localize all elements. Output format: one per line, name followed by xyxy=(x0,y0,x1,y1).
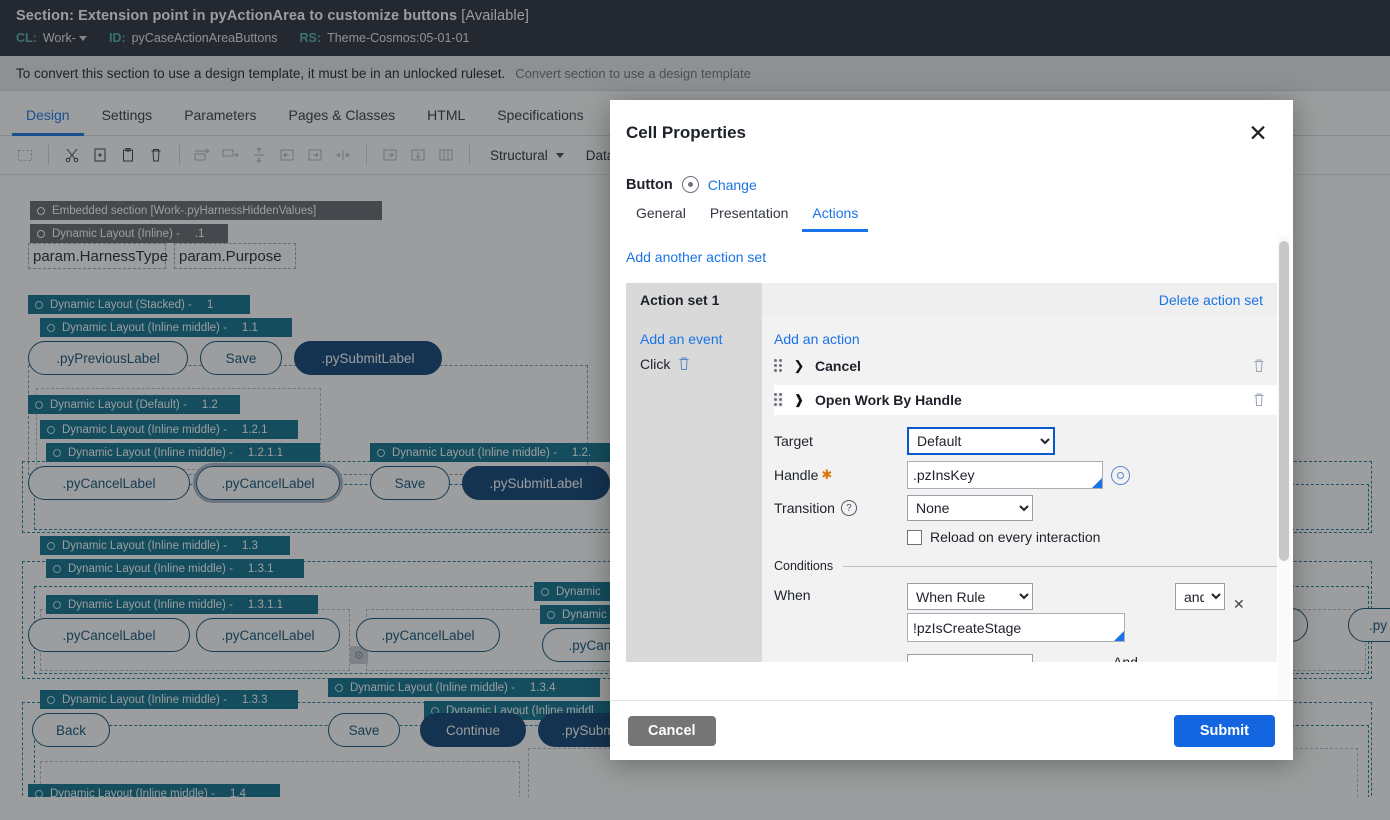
delete-action-icon[interactable] xyxy=(1252,392,1267,408)
when-label: When xyxy=(774,587,811,603)
tab-actions[interactable]: Actions xyxy=(802,201,869,232)
property-picker-icon[interactable] xyxy=(1111,465,1130,485)
transition-label: Transition ? xyxy=(774,500,907,516)
drag-handle-icon[interactable] xyxy=(774,393,783,407)
transition-select[interactable]: None xyxy=(907,495,1033,521)
add-an-event-link[interactable]: Add an event xyxy=(640,331,762,347)
transition-row: Transition ? None xyxy=(774,495,1277,521)
required-marker: ✱ xyxy=(821,467,833,482)
submit-button[interactable]: Submit xyxy=(1173,714,1275,747)
resize-handle-icon[interactable] xyxy=(1092,478,1102,488)
reload-row: Reload on every interaction xyxy=(907,529,1277,545)
add-another-action-set-link[interactable]: Add another action set xyxy=(626,249,766,265)
condition-type-select-1[interactable]: When Rule xyxy=(907,583,1033,610)
resize-handle-icon[interactable] xyxy=(1114,631,1124,641)
action-set-body: Add an event Click Add an action ❯ Cance… xyxy=(626,317,1277,662)
action-set-title: Action set 1 xyxy=(626,283,762,317)
close-icon[interactable]: ✕ xyxy=(1245,120,1271,146)
actions-column: Add an action ❯ Cancel ❱ Open Work By Ha… xyxy=(762,317,1277,662)
action-row-open-work-by-handle[interactable]: ❱ Open Work By Handle xyxy=(774,385,1277,415)
action-parameters: Target Default Handle ✱ .pzInsKey Transi… xyxy=(774,415,1277,662)
modal-subtabs: General Presentation Actions xyxy=(626,201,1277,232)
modal-header: Cell Properties ✕ xyxy=(610,100,1293,166)
action-name: Cancel xyxy=(815,358,861,374)
handle-row: Handle ✱ .pzInsKey xyxy=(774,461,1277,489)
chevron-right-icon[interactable]: ❯ xyxy=(792,358,806,374)
handle-input[interactable]: .pzInsKey xyxy=(907,461,1103,489)
target-label: Target xyxy=(774,433,813,449)
condition-value-input-1[interactable]: !pzIsCreateStage xyxy=(907,613,1125,642)
reload-label: Reload on every interaction xyxy=(930,529,1101,545)
condition-value-1: !pzIsCreateStage xyxy=(913,619,1022,636)
modal-body: Button Change General Presentation Actio… xyxy=(610,166,1293,700)
when-conditions: When When Rule !pzIsCreateStage and ✕ Wh… xyxy=(774,583,1277,662)
reload-checkbox[interactable] xyxy=(907,529,922,545)
action-row-cancel[interactable]: ❯ Cancel xyxy=(774,351,1277,381)
divider xyxy=(843,565,1277,567)
action-set-1: Action set 1 Delete action set Add an ev… xyxy=(626,283,1277,662)
modal-footer: Cancel Submit xyxy=(610,700,1293,760)
condition-operator-select-1[interactable]: and xyxy=(1175,583,1225,610)
add-an-action-link[interactable]: Add an action xyxy=(774,331,1277,347)
conditions-label: Conditions xyxy=(774,559,834,573)
cell-kind-label: Button xyxy=(626,176,673,193)
handle-value: .pzInsKey xyxy=(913,467,975,483)
condition-type-select-2[interactable]: When Rule xyxy=(907,654,1033,662)
event-row-click: Click xyxy=(640,356,762,372)
tab-presentation[interactable]: Presentation xyxy=(700,201,799,232)
target-row: Target Default xyxy=(774,427,1277,455)
conditions-header: Conditions xyxy=(774,559,1277,573)
condition-operator-label-2: And xyxy=(1113,654,1138,662)
action-name: Open Work By Handle xyxy=(815,392,962,408)
modal-title: Cell Properties xyxy=(626,123,746,142)
events-column: Add an event Click xyxy=(626,317,762,662)
help-icon[interactable]: ? xyxy=(840,500,857,516)
delete-action-icon[interactable] xyxy=(1252,358,1267,374)
delete-event-icon[interactable] xyxy=(677,356,692,372)
cell-kind-row: Button Change xyxy=(626,176,1277,193)
tab-general[interactable]: General xyxy=(626,201,696,232)
action-set-header: Action set 1 Delete action set xyxy=(626,283,1277,317)
chevron-down-icon[interactable]: ❱ xyxy=(792,392,806,408)
modal-scrollbar-thumb[interactable] xyxy=(1279,241,1289,561)
delete-action-set-link[interactable]: Delete action set xyxy=(1159,292,1263,308)
handle-label: Handle ✱ xyxy=(774,467,833,483)
event-name: Click xyxy=(640,356,671,372)
target-select[interactable]: Default xyxy=(907,427,1055,455)
cancel-button[interactable]: Cancel xyxy=(628,715,716,746)
remove-condition-icon[interactable]: ✕ xyxy=(1233,583,1245,613)
drag-handle-icon[interactable] xyxy=(774,359,783,373)
cell-type-icon xyxy=(681,176,699,193)
change-cell-type-link[interactable]: Change xyxy=(708,177,757,193)
cell-properties-modal: Cell Properties ✕ Button Change General … xyxy=(610,100,1293,760)
